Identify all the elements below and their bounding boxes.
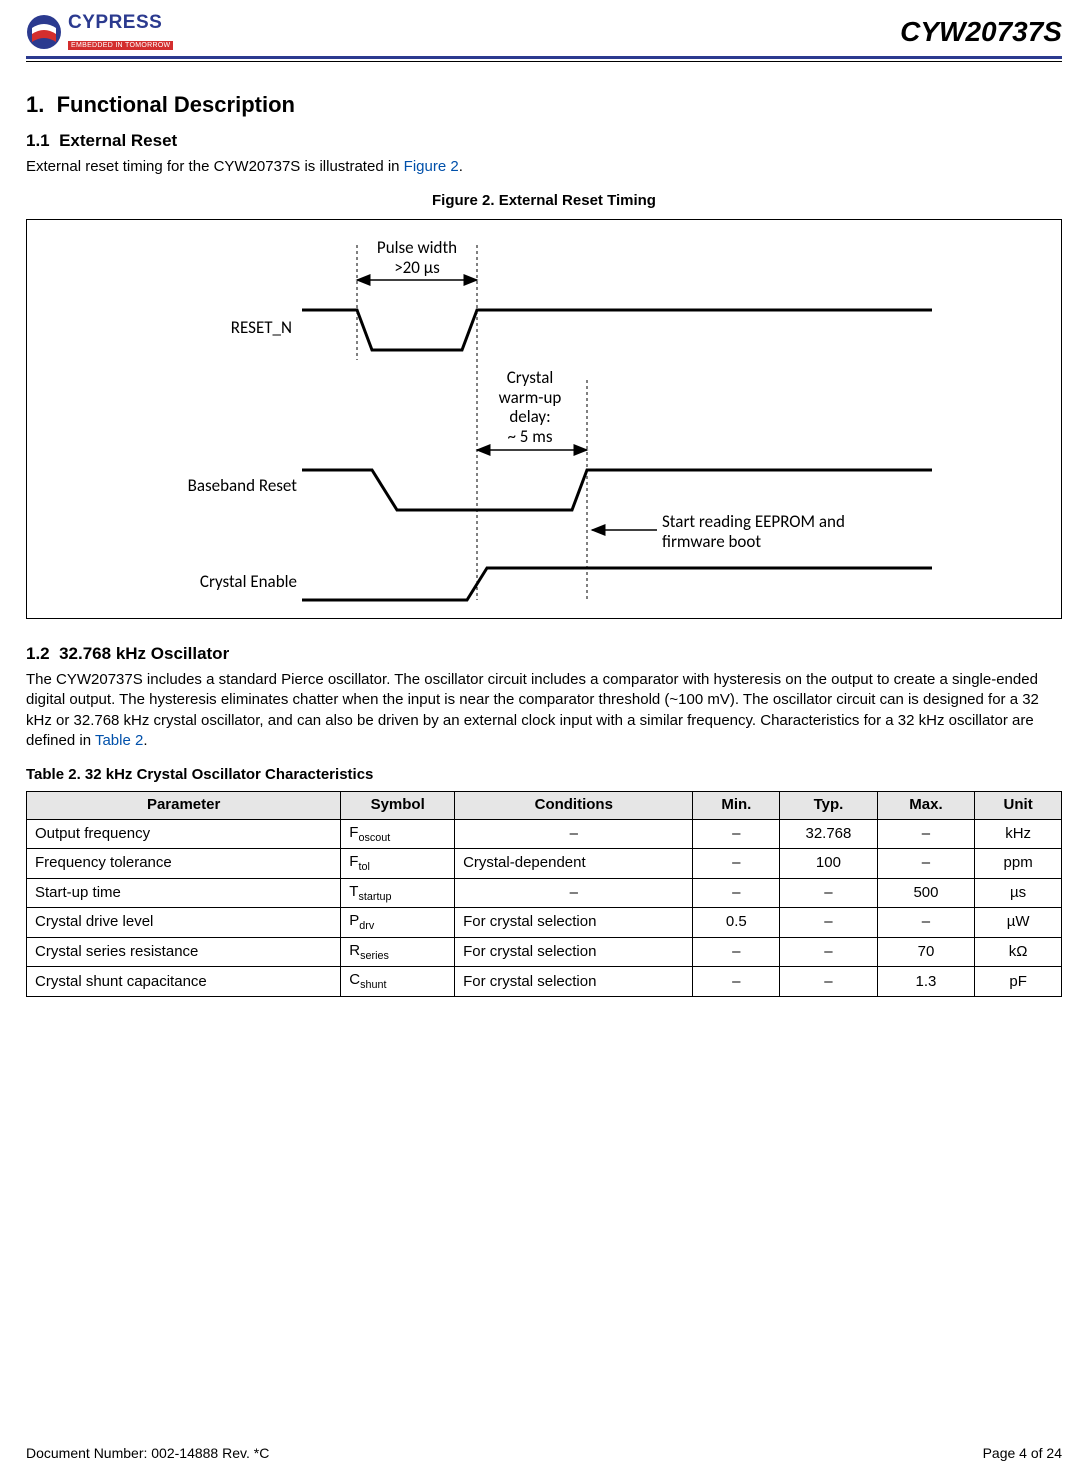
cell-max: – — [877, 819, 975, 849]
logo-name: CYPRESS — [68, 12, 173, 34]
cell-unit: kΩ — [975, 937, 1062, 967]
th-min: Min. — [693, 792, 780, 819]
table-body: Output frequencyFoscout––32.768–kHzFrequ… — [27, 819, 1062, 996]
cell-max: 1.3 — [877, 967, 975, 997]
logo-text-wrap: CYPRESS EMBEDDED IN TOMORROW — [68, 12, 173, 52]
cell-typ: 100 — [780, 849, 878, 879]
cell-param: Frequency tolerance — [27, 849, 341, 879]
cell-param: Output frequency — [27, 819, 341, 849]
table-2-caption: Table 2. 32 kHz Crystal Oscillator Chara… — [26, 765, 1062, 785]
table-2: Parameter Symbol Conditions Min. Typ. Ma… — [26, 791, 1062, 997]
th-typ: Typ. — [780, 792, 878, 819]
section-1-number: 1. — [26, 92, 44, 117]
th-max: Max. — [877, 792, 975, 819]
cell-min: – — [693, 967, 780, 997]
cell-max: – — [877, 908, 975, 938]
table-row: Crystal shunt capacitanceCshuntFor cryst… — [27, 967, 1062, 997]
header-rule-thick — [26, 56, 1062, 59]
table-row: Output frequencyFoscout––32.768–kHz — [27, 819, 1062, 849]
section-1-1-number: 1.1 — [26, 131, 50, 150]
doc-number: Document Number: 002-14888 Rev. *C — [26, 1445, 269, 1461]
cell-cond: – — [455, 878, 693, 908]
label-crystal-delay: Crystalwarm-updelay:~ 5 ms — [465, 368, 595, 446]
section-1-2-title: 32.768 kHz Oscillator — [59, 644, 229, 663]
table-row: Crystal drive levelPdrvFor crystal selec… — [27, 908, 1062, 938]
th-parameter: Parameter — [27, 792, 341, 819]
section-1-1-heading: 1.1 External Reset — [26, 130, 1062, 153]
figure-2-link[interactable]: Figure 2 — [404, 158, 459, 175]
cell-unit: µW — [975, 908, 1062, 938]
cell-param: Crystal series resistance — [27, 937, 341, 967]
table-row: Start-up timeTstartup–––500µs — [27, 878, 1062, 908]
cell-symbol: Rseries — [341, 937, 455, 967]
table-2-link[interactable]: Table 2 — [95, 732, 143, 749]
th-unit: Unit — [975, 792, 1062, 819]
cell-cond: For crystal selection — [455, 937, 693, 967]
label-start-reading: Start reading EEPROM andfirmware boot — [662, 512, 922, 551]
cell-param: Start-up time — [27, 878, 341, 908]
cell-typ: – — [780, 967, 878, 997]
section-1-1-body: External reset timing for the CYW20737S … — [26, 157, 1062, 177]
cell-max: 500 — [877, 878, 975, 908]
section-1-title: Functional Description — [57, 92, 295, 117]
logo-tagline: EMBEDDED IN TOMORROW — [68, 41, 173, 50]
section-1-2-heading: 1.2 32.768 kHz Oscillator — [26, 643, 1062, 666]
cell-param: Crystal drive level — [27, 908, 341, 938]
cell-param: Crystal shunt capacitance — [27, 967, 341, 997]
label-pulse-width: Pulse width>20 µs — [357, 238, 477, 277]
section-1-heading: 1. Functional Description — [26, 90, 1062, 120]
cell-unit: kHz — [975, 819, 1062, 849]
label-baseband-reset: Baseband Reset — [147, 476, 297, 496]
cell-max: – — [877, 849, 975, 879]
label-crystal-enable: Crystal Enable — [147, 572, 297, 592]
table-header-row: Parameter Symbol Conditions Min. Typ. Ma… — [27, 792, 1062, 819]
figure-2: Pulse width>20 µs RESET_N Crystalwarm-up… — [26, 219, 1062, 619]
cell-unit: ppm — [975, 849, 1062, 879]
section-1-2-number: 1.2 — [26, 644, 50, 663]
cell-min: – — [693, 849, 780, 879]
page-header: CYPRESS EMBEDDED IN TOMORROW CYW20737S — [0, 0, 1088, 52]
page-number: Page 4 of 24 — [983, 1445, 1062, 1461]
section-1-1-title: External Reset — [59, 131, 177, 150]
cell-symbol: Pdrv — [341, 908, 455, 938]
cell-cond: For crystal selection — [455, 967, 693, 997]
cell-min: – — [693, 937, 780, 967]
cell-symbol: Ftol — [341, 849, 455, 879]
table-row: Frequency toleranceFtolCrystal-dependent… — [27, 849, 1062, 879]
figure-2-caption: Figure 2. External Reset Timing — [26, 191, 1062, 211]
th-symbol: Symbol — [341, 792, 455, 819]
label-reset-n: RESET_N — [172, 318, 292, 338]
cell-cond: – — [455, 819, 693, 849]
cypress-logo-icon — [26, 14, 62, 50]
cell-unit: µs — [975, 878, 1062, 908]
cell-min: 0.5 — [693, 908, 780, 938]
cell-symbol: Cshunt — [341, 967, 455, 997]
table-row: Crystal series resistanceRseriesFor crys… — [27, 937, 1062, 967]
part-number: CYW20737S — [900, 16, 1062, 48]
cell-symbol: Foscout — [341, 819, 455, 849]
cell-max: 70 — [877, 937, 975, 967]
th-conditions: Conditions — [455, 792, 693, 819]
cell-cond: For crystal selection — [455, 908, 693, 938]
cell-min: – — [693, 819, 780, 849]
cell-symbol: Tstartup — [341, 878, 455, 908]
cell-unit: pF — [975, 967, 1062, 997]
cell-typ: – — [780, 937, 878, 967]
logo: CYPRESS EMBEDDED IN TOMORROW — [26, 12, 173, 52]
cell-min: – — [693, 878, 780, 908]
page-footer: Document Number: 002-14888 Rev. *C Page … — [26, 1445, 1062, 1461]
section-1-2-body: The CYW20737S includes a standard Pierce… — [26, 670, 1062, 751]
cell-typ: – — [780, 908, 878, 938]
cell-typ: 32.768 — [780, 819, 878, 849]
cell-typ: – — [780, 878, 878, 908]
cell-cond: Crystal-dependent — [455, 849, 693, 879]
page-content: 1. Functional Description 1.1 External R… — [0, 62, 1088, 997]
